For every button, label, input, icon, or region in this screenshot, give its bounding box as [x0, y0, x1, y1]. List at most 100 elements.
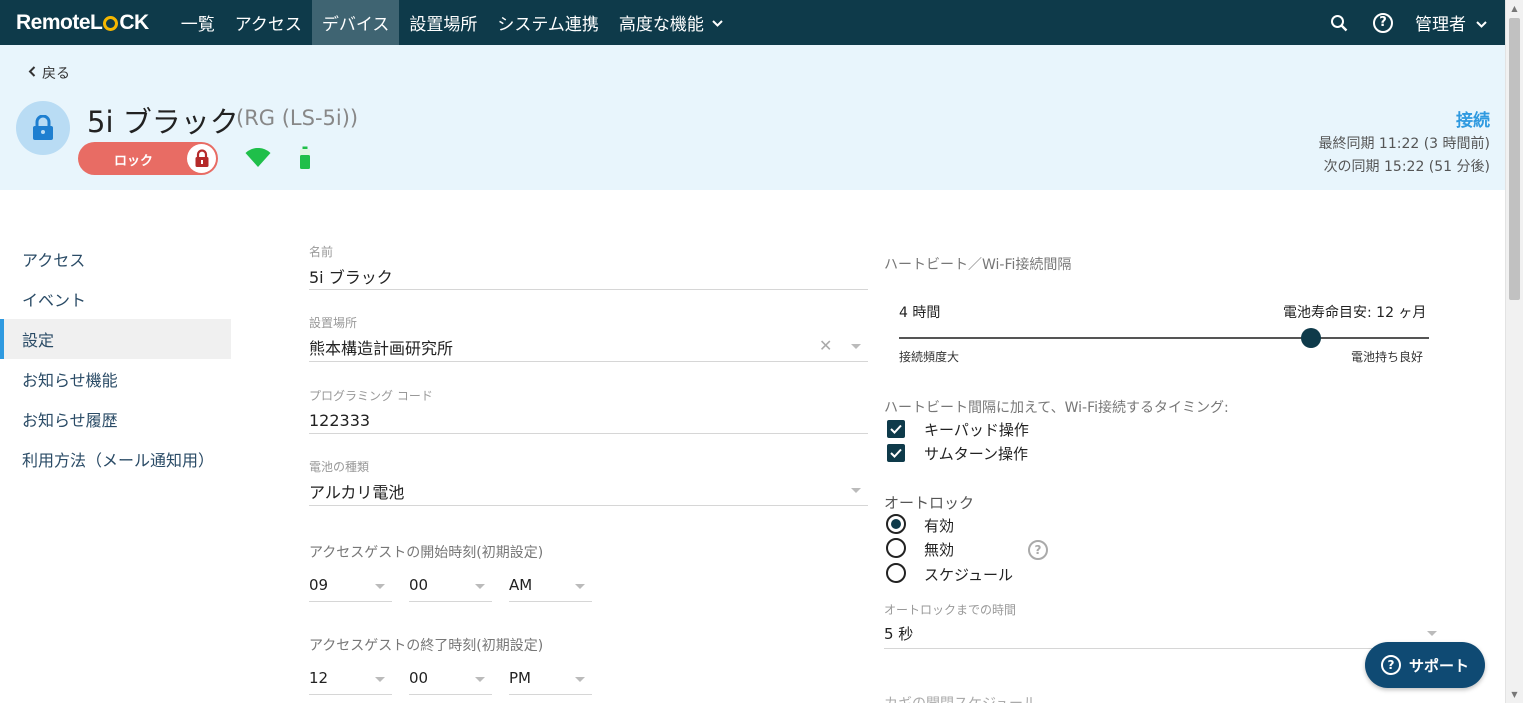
start-ampm-underline	[509, 601, 592, 602]
battery-icon	[299, 146, 311, 174]
lock-toggle-label: ロック	[114, 154, 154, 169]
checkmark-icon	[890, 448, 902, 458]
chevron-down-icon[interactable]	[1427, 631, 1437, 636]
search-icon[interactable]	[1317, 0, 1361, 45]
heartbeat-slider-handle[interactable]	[1301, 328, 1321, 348]
code-field-label: プログラミング コード	[309, 389, 433, 403]
back-label: 戻る	[42, 66, 70, 82]
help-question-icon[interactable]: ?	[1028, 540, 1048, 560]
autolock-time-select[interactable]: 5 秒	[884, 623, 913, 644]
start-time-label: アクセスゲストの開始時刻(初期設定)	[309, 545, 544, 561]
name-field-label: 名前	[309, 245, 334, 259]
logo-text: L	[90, 10, 103, 34]
keypad-checkbox[interactable]	[887, 420, 905, 438]
device-model: (RG (LS-5i))	[236, 106, 359, 130]
name-underline	[309, 289, 868, 290]
nav-integrations[interactable]: システム連携	[487, 0, 609, 45]
end-ampm-underline	[509, 694, 592, 695]
battery-underline	[309, 505, 868, 506]
chevron-down-icon[interactable]	[375, 584, 385, 589]
nav-advanced-label: 高度な機能	[618, 15, 704, 35]
name-input[interactable]: 5i ブラック	[309, 264, 393, 288]
padlock-icon	[187, 144, 216, 173]
settings-side-menu: アクセス イベント 設定 お知らせ機能 お知らせ履歴 利用方法（メール通知用）	[0, 239, 231, 479]
key-schedule-label: カギの開閉スケジュール	[884, 693, 1037, 703]
nav-advanced[interactable]: 高度な機能	[609, 0, 733, 45]
code-underline	[309, 433, 868, 434]
support-label: サポート	[1408, 656, 1469, 675]
chevron-down-icon[interactable]	[475, 677, 485, 682]
nav-locations[interactable]: 設置場所	[399, 0, 487, 45]
end-hour-underline	[309, 694, 392, 695]
lock-toggle-button[interactable]: ロック	[78, 142, 218, 175]
chevron-left-icon	[28, 65, 36, 81]
keypad-option-label: キーパッド操作	[924, 421, 1029, 439]
chevron-down-icon[interactable]	[575, 584, 585, 589]
end-ampm-select[interactable]: PM	[509, 669, 531, 687]
device-header: 戻る 5i ブラック (RG (LS-5i)) ロック 接続 最終同期 11:2…	[0, 45, 1505, 190]
battery-type-select[interactable]: アルカリ電池	[309, 479, 404, 503]
next-sync-text: 次の同期 15:22 (51 分後)	[1323, 159, 1490, 175]
device-name-title: 5i ブラック	[87, 105, 239, 139]
vertical-scrollbar[interactable]: ▲ ▼	[1505, 0, 1523, 703]
top-right-actions: ? 管理者	[1317, 0, 1505, 45]
last-sync-text: 最終同期 11:22 (3 時間前)	[1318, 136, 1490, 152]
chevron-down-icon[interactable]	[475, 584, 485, 589]
chevron-down-icon	[712, 16, 723, 30]
thumbturn-option-label: サムターン操作	[924, 445, 1028, 463]
back-link[interactable]: 戻る	[28, 63, 70, 83]
start-hour-select[interactable]: 09	[309, 576, 328, 594]
chevron-down-icon[interactable]	[851, 344, 861, 349]
autolock-disabled-radio[interactable]	[886, 538, 906, 558]
nav-list[interactable]: 一覧	[171, 0, 225, 45]
sidemenu-item-settings[interactable]: 設定	[0, 319, 231, 359]
remotelock-logo[interactable]: Remote L CK	[16, 11, 149, 35]
scroll-down-arrow-icon[interactable]: ▼	[1506, 686, 1523, 703]
help-icon[interactable]: ?	[1361, 0, 1405, 45]
scroll-up-arrow-icon[interactable]: ▲	[1506, 0, 1523, 17]
sidemenu-item-access[interactable]: アクセス	[0, 239, 231, 279]
nav-access[interactable]: アクセス	[225, 0, 312, 45]
location-underline	[309, 361, 868, 362]
end-minute-underline	[409, 694, 492, 695]
start-minute-select[interactable]: 00	[409, 576, 428, 594]
sidemenu-item-usage[interactable]: 利用方法（メール通知用）	[0, 439, 231, 479]
location-select[interactable]: 熊本構造計画研究所	[309, 335, 453, 359]
programming-code-input[interactable]: 122333	[309, 411, 370, 430]
chevron-down-icon[interactable]	[851, 488, 861, 493]
support-button[interactable]: ? サポート	[1365, 642, 1485, 688]
checkmark-icon	[890, 424, 902, 434]
thumbturn-checkbox[interactable]	[887, 444, 905, 462]
heartbeat-interval-value: 4 時間	[899, 305, 941, 321]
clear-x-icon[interactable]: ✕	[819, 336, 832, 355]
top-navbar: Remote L CK 一覧 アクセス デバイス 設置場所 システム連携 高度な機能…	[0, 0, 1505, 45]
logo-text: CK	[119, 10, 149, 34]
admin-menu[interactable]: 管理者	[1405, 10, 1505, 35]
slider-max-label: 電池持ち良好	[1351, 350, 1424, 364]
help-icon: ?	[1380, 655, 1401, 675]
end-hour-select[interactable]: 12	[309, 669, 328, 687]
heartbeat-slider-track[interactable]	[899, 337, 1429, 339]
chevron-down-icon[interactable]	[575, 677, 585, 682]
wifi-timing-label: ハートビート間隔に加えて、Wi-Fi接続するタイミング:	[884, 400, 1229, 416]
nav-devices[interactable]: デバイス	[311, 0, 400, 45]
autolock-time-label: オートロックまでの時間	[884, 603, 1017, 617]
sidemenu-item-notification-history[interactable]: お知らせ履歴	[0, 399, 231, 439]
autolock-enabled-radio[interactable]	[886, 514, 906, 534]
slider-min-label: 接続頻度大	[899, 350, 960, 364]
start-ampm-select[interactable]: AM	[509, 576, 532, 594]
autolock-disabled-label: 無効	[924, 541, 955, 559]
scrollbar-thumb[interactable]	[1509, 18, 1520, 300]
autolock-schedule-radio[interactable]	[886, 563, 906, 583]
autolock-schedule-label: スケジュール	[924, 566, 1013, 584]
device-lock-icon	[16, 101, 70, 155]
admin-label: 管理者	[1415, 15, 1466, 35]
end-minute-select[interactable]: 00	[409, 669, 428, 687]
chevron-down-icon	[1476, 13, 1487, 33]
autolock-label: オートロック	[884, 494, 975, 512]
autolock-time-underline	[884, 648, 1440, 649]
sidemenu-item-events[interactable]: イベント	[0, 279, 231, 319]
start-hour-underline	[309, 601, 392, 602]
chevron-down-icon[interactable]	[375, 677, 385, 682]
sidemenu-item-notifications[interactable]: お知らせ機能	[0, 359, 231, 399]
